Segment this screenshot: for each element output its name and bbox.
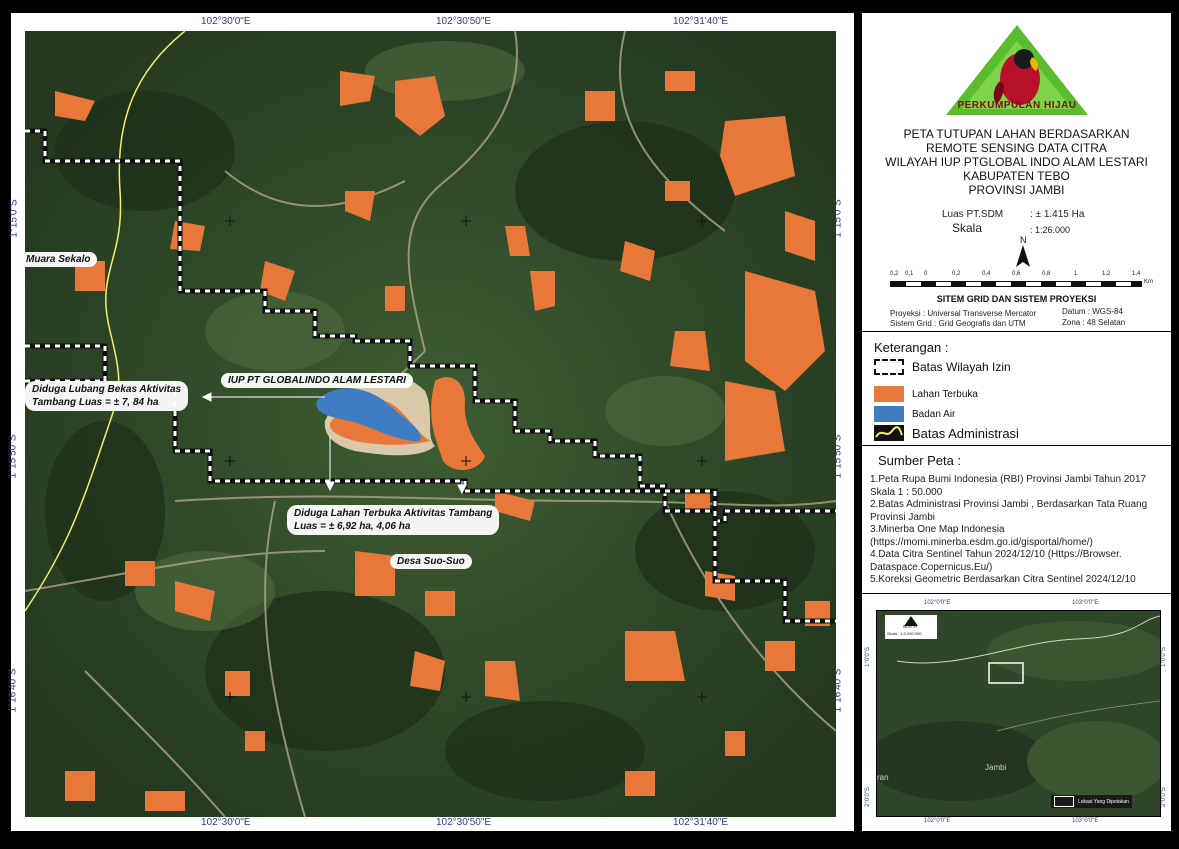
coord-bottom-2: 102°30'50"E xyxy=(436,817,492,828)
legend-item-batas-administrasi: Batas Administrasi xyxy=(874,425,1019,441)
scale-tick: 1,2 xyxy=(1102,271,1111,277)
scale-tick: 0,2 xyxy=(952,271,961,277)
legend-item-lahan-terbuka: Lahan Terbuka xyxy=(874,386,978,402)
inset-north-label: NORTH xyxy=(903,624,918,629)
coord-top-1: 102°30'0"E xyxy=(201,16,251,27)
legend-label: Badan Air xyxy=(912,408,956,420)
inset-map[interactable]: NORTH Skala : 1:3.000.000 Jambi ran Loka… xyxy=(876,610,1161,817)
label-lubang-line1: Diduga Lubang Bekas Aktivitas xyxy=(32,384,182,395)
luas-value: : ± 1.415 Ha xyxy=(1030,209,1085,220)
inset-place-ran: ran xyxy=(877,773,889,782)
open-land-swatch xyxy=(874,386,904,402)
label-lubang-line2: Tambang Luas = ± 7, 84 ha xyxy=(32,397,159,408)
luas-label: Luas PT.SDM xyxy=(942,209,1004,220)
skala-label: Skala xyxy=(952,221,983,235)
scale-tick: 0,1 xyxy=(905,271,914,277)
source-item: 2.Batas Administrasi Provinsi Jambi , Be… xyxy=(870,499,1148,523)
coord-left-1: 1°15'0"S xyxy=(8,199,20,238)
inset-legend-swatch xyxy=(1054,796,1074,807)
inset-coord-top-1: 102°0'0"E xyxy=(924,600,951,606)
inset-coord-right: 1°0'0"S xyxy=(1160,647,1167,667)
grid-sistem: Sistem Grid : Grid Geografis dan UTM xyxy=(890,319,1026,328)
source-item: 1.Peta Rupa Bumi Indonesia (RBI) Provins… xyxy=(870,474,1147,498)
admin-boundary-swatch xyxy=(874,425,904,441)
legend-panel: PERKUMPULAN HIJAU PETA TUTUPAN LAHAN BER… xyxy=(861,12,1172,832)
label-lahan: Diduga Lahan Terbuka Aktivitas Tambang L… xyxy=(287,505,500,535)
grid-heading: SITEM GRID DAN SISTEM PROYEKSI xyxy=(936,294,1097,304)
inset-legend: Lokasi Yang Dipetakan xyxy=(1051,795,1132,808)
legend-heading: Keterangan : xyxy=(874,340,949,355)
inset-place-jambi: Jambi xyxy=(985,763,1007,772)
scale-tick: 0,4 xyxy=(982,271,991,277)
title-line4: KABUPATEN TEBO xyxy=(963,169,1070,183)
label-lahan-line2: Luas = ± 6,92 ha, 4,06 ha xyxy=(294,521,411,532)
inset-coord-left-2: 2°0'0"S xyxy=(864,787,871,807)
inset-coord-bottom-2: 103°0'0"E xyxy=(1072,818,1099,824)
inset-coord-top-2: 103°0'0"E xyxy=(1072,600,1099,606)
inset-legend-label: Lokasi Yang Dipetakan xyxy=(1078,798,1129,805)
inset-coord-bottom-1: 102°0'0"E xyxy=(924,818,951,824)
satellite-map[interactable]: Muara Sekalo IUP PT GLOBALINDO ALAM LEST… xyxy=(25,31,836,817)
scale-tick: 1,4 xyxy=(1132,271,1141,277)
source-item: 5.Koreksi Geometric Berdasarkan Citra Se… xyxy=(870,574,1136,585)
scale-tick: 1 xyxy=(1074,271,1078,277)
source-item: 4.Data Citra Sentinel Tahun 2024/12/10 (… xyxy=(870,549,1122,573)
north-arrow-icon xyxy=(1016,245,1030,267)
scale-tick: 0,2 xyxy=(890,271,899,277)
satellite-imagery xyxy=(25,31,836,817)
water-swatch xyxy=(874,406,904,422)
sources-list: 1.Peta Rupa Bumi Indonesia (RBI) Provins… xyxy=(870,474,1166,587)
scale-unit: Km xyxy=(1144,279,1153,285)
title-line5: PROVINSI JAMBI xyxy=(968,183,1065,197)
title-line1: PETA TUTUPAN LAHAN BERDASARKAN xyxy=(903,127,1130,141)
title-line3: WILAYAH IUP PTGLOBAL INDO ALAM LESTARI xyxy=(885,155,1148,169)
skala-value: : 1:26.000 xyxy=(1030,225,1071,235)
legend-item-batas-wilayah: Batas Wilayah Izin xyxy=(874,359,1011,375)
inset-section: 102°0'0"E 103°0'0"E 102°0'0"E 103°0'0"E … xyxy=(862,594,1171,831)
title-section: PERKUMPULAN HIJAU PETA TUTUPAN LAHAN BER… xyxy=(862,13,1171,332)
coord-bottom-3: 102°31'40"E xyxy=(673,817,729,828)
grid-zona: Zona : 48 Selatan xyxy=(1062,318,1126,327)
grid-datum: Datum : WGS-84 xyxy=(1062,307,1123,316)
sources-section: Sumber Peta : 1.Peta Rupa Bumi Indonesia… xyxy=(862,446,1171,594)
logo-text: PERKUMPULAN HIJAU xyxy=(957,100,1077,111)
legend-item-badan-air: Badan Air xyxy=(874,406,955,422)
label-desa-suo-suo: Desa Suo-Suo xyxy=(390,554,472,569)
label-muara-sekalo: Muara Sekalo xyxy=(25,252,98,267)
scale-bar-graphic xyxy=(890,281,1142,287)
sources-heading: Sumber Peta : xyxy=(878,453,962,468)
scale-tick: 0 xyxy=(924,271,928,277)
inset-coord-right-2: 2°0'0"S xyxy=(1160,787,1167,807)
label-lubang: Diduga Lubang Bekas Aktivitas Tambang Lu… xyxy=(25,381,189,411)
coord-top-2: 102°30'50"E xyxy=(436,16,492,27)
grid-proyeksi: Proyeksi : Universal Transverse Mercator xyxy=(890,309,1037,318)
inset-north-box: NORTH Skala : 1:3.000.000 xyxy=(885,615,937,639)
coord-left-3: 1°16'40"S xyxy=(7,668,19,713)
legend-label: Lahan Terbuka xyxy=(912,388,978,400)
map-title: PETA TUTUPAN LAHAN BERDASARKAN REMOTE SE… xyxy=(862,127,1171,197)
coord-top-3: 102°31'40"E xyxy=(673,16,729,27)
coord-bottom-1: 102°30'0"E xyxy=(201,817,251,828)
legend-label: Batas Wilayah Izin xyxy=(912,360,1011,374)
label-lahan-line1: Diduga Lahan Terbuka Aktivitas Tambang xyxy=(294,508,493,519)
scale-tick: 0,8 xyxy=(1042,271,1051,277)
coord-left-2: 1°15'50"S xyxy=(7,434,19,479)
inset-imagery xyxy=(877,611,1160,816)
north-label: N xyxy=(1020,235,1027,245)
legend-section: Keterangan : Batas Wilayah Izin Lahan Te… xyxy=(862,332,1171,446)
inset-coord-left: 1°0'0"S xyxy=(864,647,871,667)
scale-tick: 0,6 xyxy=(1012,271,1021,277)
permit-boundary-swatch xyxy=(874,359,904,375)
legend-label: Batas Administrasi xyxy=(912,425,1019,441)
inset-scale: Skala : 1:3.000.000 xyxy=(887,631,922,636)
source-item: 3.Minerba One Map Indonesia (https://mom… xyxy=(870,524,1093,548)
title-line2: REMOTE SENSING DATA CITRA xyxy=(926,141,1107,155)
label-iup: IUP PT GLOBALINDO ALAM LESTARI xyxy=(221,373,413,388)
